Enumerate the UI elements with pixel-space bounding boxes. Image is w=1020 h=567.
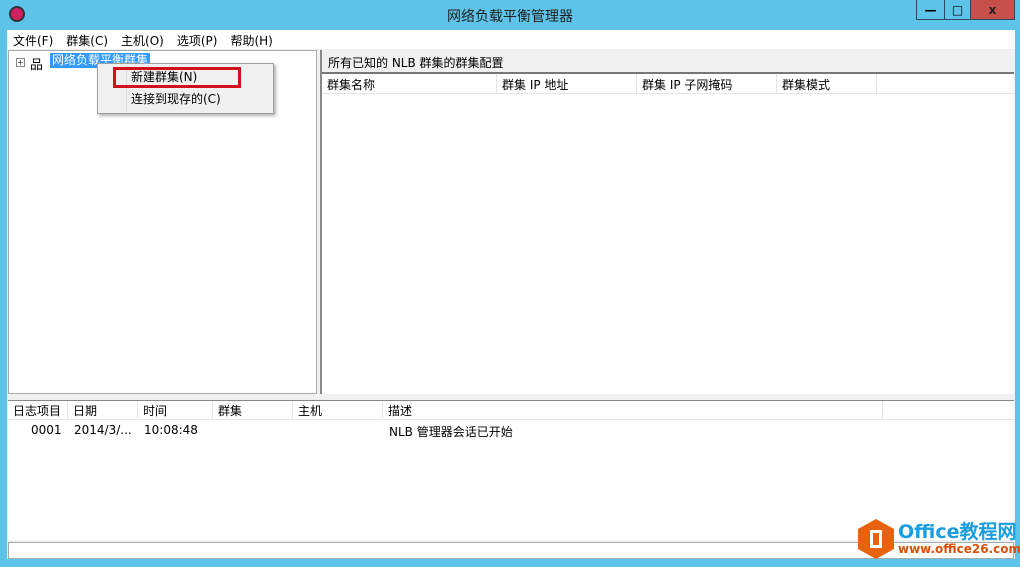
close-button[interactable]: x: [970, 0, 1015, 20]
menu-file[interactable]: 文件(F): [7, 30, 60, 49]
log-table-header: 日志项目 日期 时间 群集 主机 描述: [8, 401, 1014, 420]
expand-icon[interactable]: +: [16, 58, 25, 67]
watermark-url: www.office26.com: [898, 542, 1020, 556]
title-bar: 网络负载平衡管理器 — □ x: [0, 0, 1020, 30]
menu-options[interactable]: 选项(P): [171, 30, 225, 49]
log-description: NLB 管理器会话已开始: [389, 425, 513, 439]
column-cluster-ip[interactable]: 群集 IP 地址: [497, 74, 637, 94]
column-host[interactable]: 主机: [293, 401, 383, 420]
menu-host[interactable]: 主机(O): [115, 30, 171, 49]
column-date[interactable]: 日期: [68, 401, 138, 420]
column-time[interactable]: 时间: [138, 401, 213, 420]
cluster-table-header: 群集名称 群集 IP 地址 群集 IP 子网掩码 群集模式: [322, 74, 1014, 94]
watermark-logo: Office教程网 www.office26.com: [858, 517, 1020, 561]
column-cluster[interactable]: 群集: [213, 401, 293, 420]
menu-cluster[interactable]: 群集(C): [60, 30, 115, 49]
highlight-box: [113, 67, 241, 88]
log-time: 10:08:48: [144, 423, 198, 437]
column-cluster-subnet[interactable]: 群集 IP 子网掩码: [637, 74, 777, 94]
watermark-name: Office教程网: [898, 521, 1017, 543]
menu-bar: 文件(F) 群集(C) 主机(O) 选项(P) 帮助(H): [7, 30, 1015, 49]
cluster-panel: 所有已知的 NLB 群集的群集配置 群集名称 群集 IP 地址 群集 IP 子网…: [320, 50, 1014, 394]
minimize-button[interactable]: —: [916, 0, 945, 20]
log-date: 2014/3/...: [74, 423, 132, 437]
cluster-tree: + 品 网络负载平衡群集 新建群集(N) 连接到现存的(C): [8, 50, 317, 394]
office-logo-icon: [858, 519, 894, 559]
window-title: 网络负载平衡管理器: [447, 9, 573, 25]
log-row[interactable]: 0001 2014/3/... 10:08:48 NLB 管理器会话已开始: [8, 423, 1014, 441]
log-entry-id: 0001: [31, 423, 62, 437]
column-description[interactable]: 描述: [383, 401, 883, 420]
column-cluster-mode[interactable]: 群集模式: [777, 74, 877, 94]
column-log-entry[interactable]: 日志项目: [8, 401, 68, 420]
maximize-button[interactable]: □: [944, 0, 971, 20]
context-menu: 新建群集(N) 连接到现存的(C): [97, 63, 274, 114]
menu-item-connect-existing[interactable]: 连接到现存的(C): [131, 89, 221, 109]
menu-help[interactable]: 帮助(H): [224, 30, 279, 49]
client-area: + 品 网络负载平衡群集 新建群集(N) 连接到现存的(C) 所有已知的 NLB…: [7, 49, 1015, 559]
network-icon: 品: [30, 58, 44, 73]
column-cluster-name[interactable]: 群集名称: [322, 74, 497, 94]
cluster-panel-header: 所有已知的 NLB 群集的群集配置: [322, 50, 1014, 74]
